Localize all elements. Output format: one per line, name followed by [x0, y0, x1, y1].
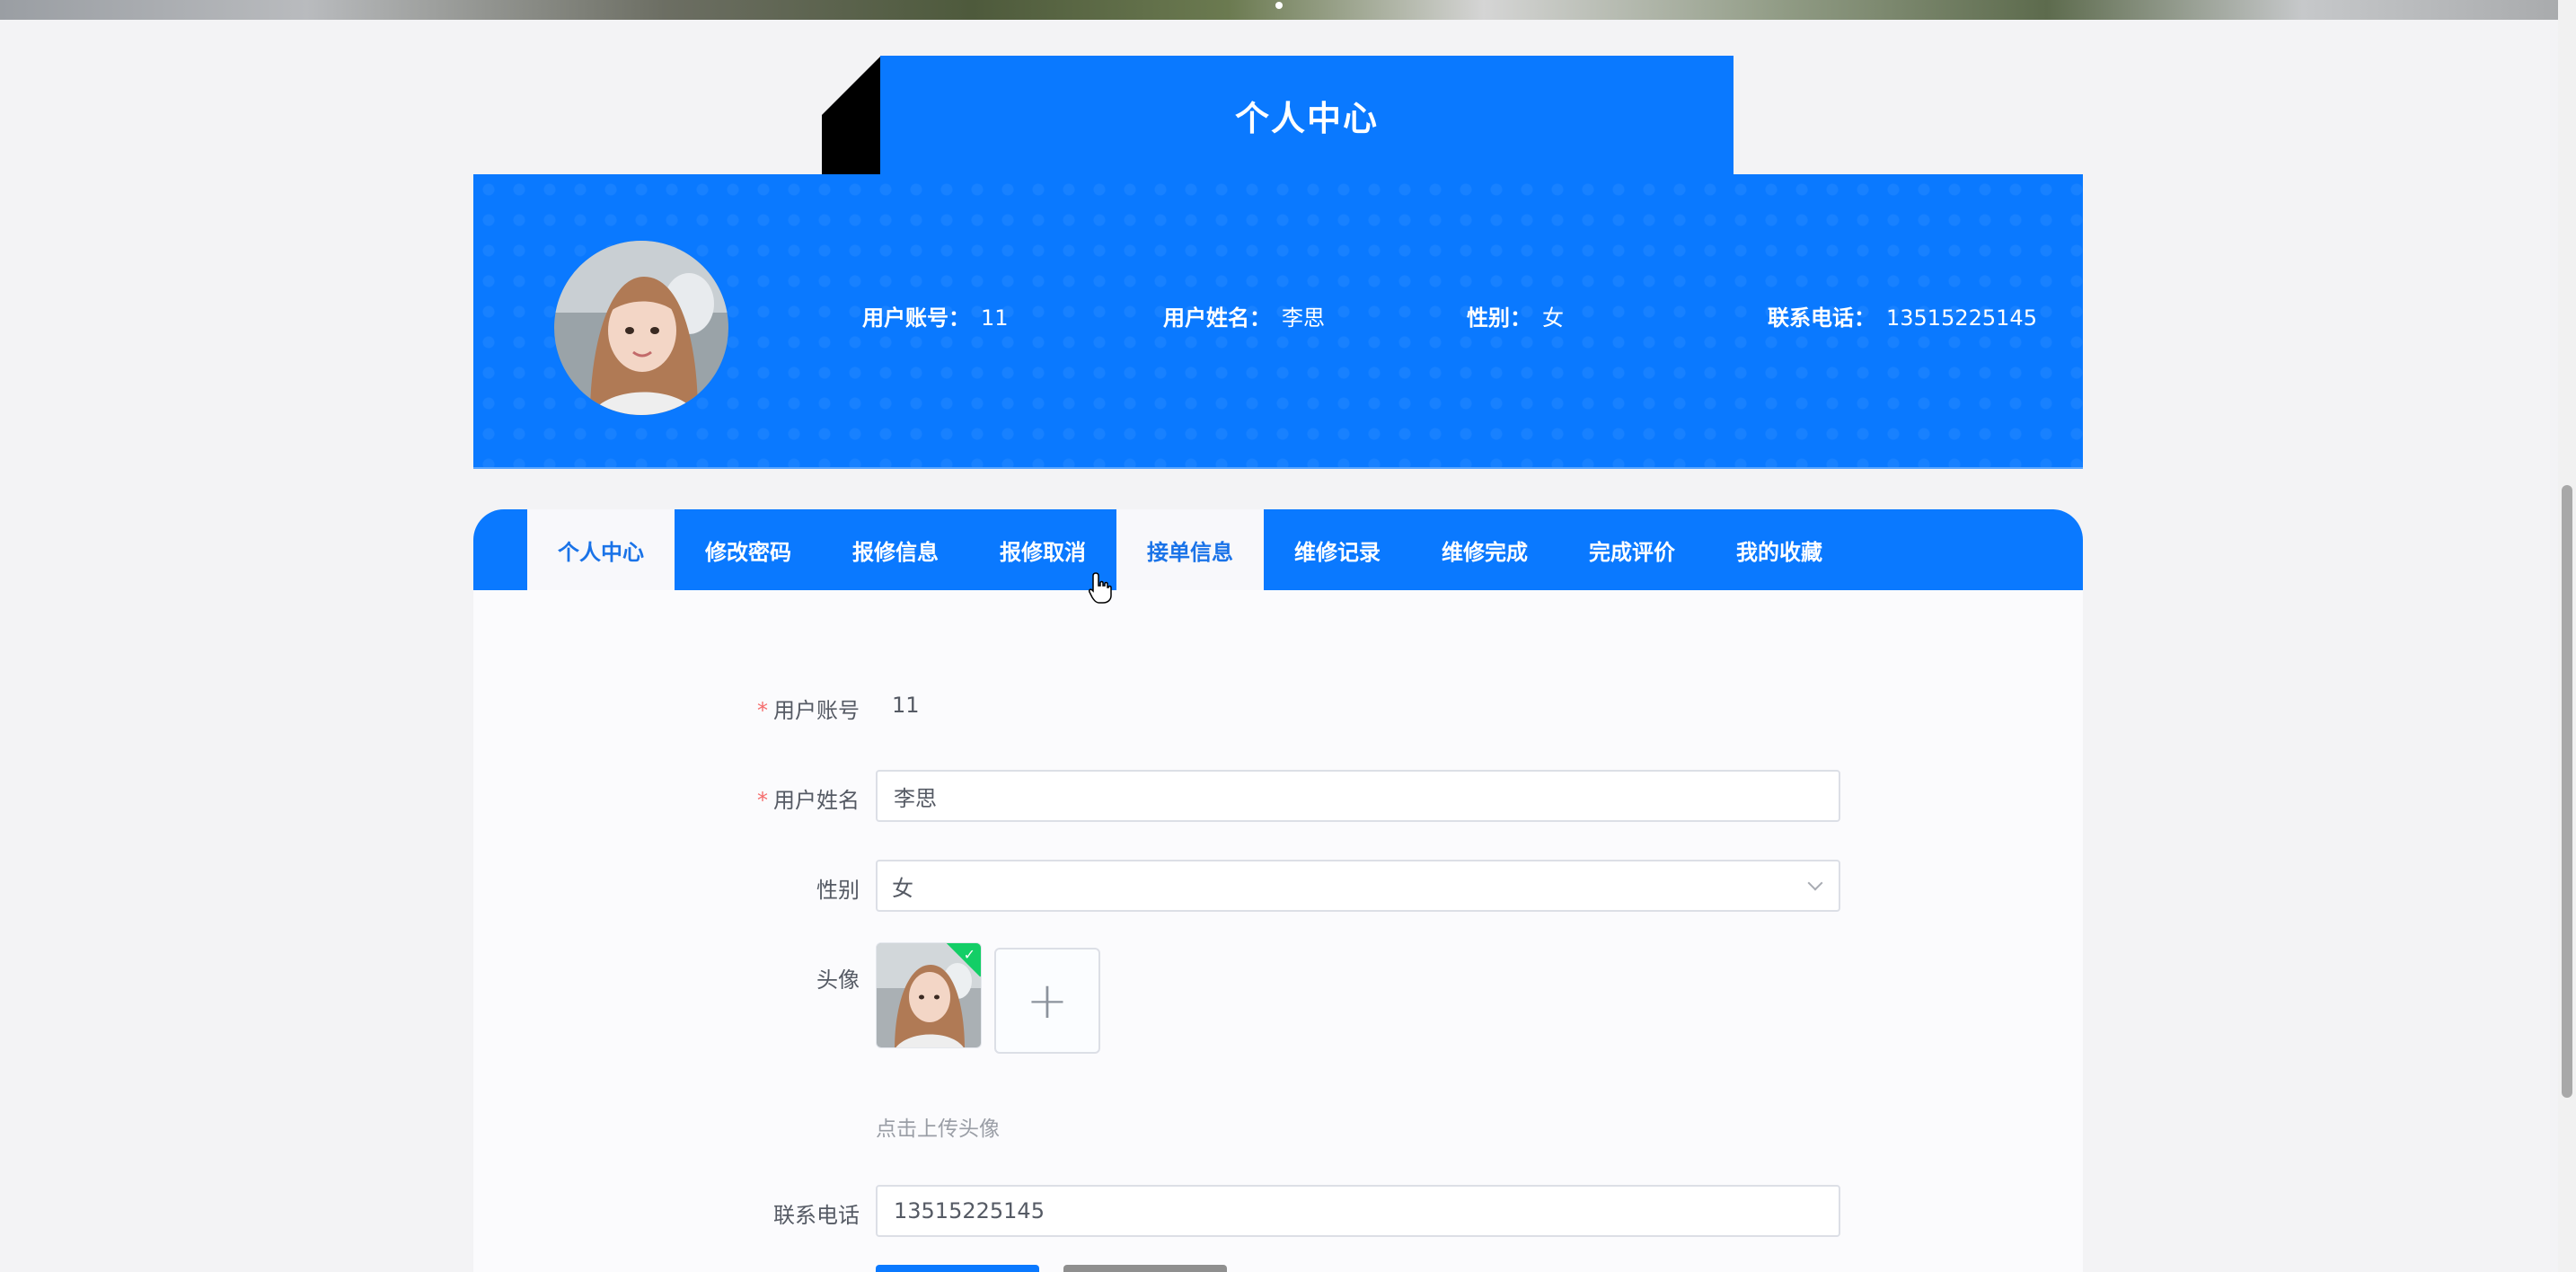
- profile-account-label: 用户账号：: [862, 305, 970, 331]
- tab-personal-center[interactable]: 个人中心: [527, 509, 675, 590]
- required-mark: *: [757, 698, 768, 723]
- tab-my-favorites[interactable]: 我的收藏: [1706, 509, 1853, 590]
- plus-icon: +: [1026, 971, 1069, 1030]
- gender-label: 性别: [816, 878, 860, 903]
- submit-button[interactable]: [876, 1265, 1039, 1272]
- page-title: 个人中心: [880, 56, 1734, 174]
- avatar-label: 头像: [816, 967, 860, 993]
- vertical-scrollbar[interactable]: [2558, 0, 2576, 1272]
- tab-repair-records[interactable]: 维修记录: [1264, 509, 1411, 590]
- profile-gender-label: 性别：: [1467, 305, 1531, 331]
- profile-form: *用户账号 11 *用户姓名 性别 女 头像: [473, 590, 2083, 1272]
- title-fold-decoration: [822, 56, 881, 174]
- tab-repair-info[interactable]: 报修信息: [822, 509, 969, 590]
- avatar-thumbnail[interactable]: ✓: [876, 942, 982, 1048]
- profile-name-value: 李思: [1282, 305, 1325, 331]
- page: 个人中心 用户账号： 11 用户姓名： 李思 性别： 女 联系电话： 135152…: [0, 0, 2576, 1272]
- name-input[interactable]: [876, 770, 1840, 822]
- required-mark: *: [757, 788, 768, 813]
- tab-complete-review[interactable]: 完成评价: [1558, 509, 1706, 590]
- profile-name: 用户姓名： 李思: [1163, 300, 1325, 331]
- gender-select-value: 女: [892, 875, 913, 901]
- phone-label: 联系电话: [773, 1203, 860, 1228]
- top-banner-image: [0, 0, 2558, 20]
- carousel-indicator-dot[interactable]: [1275, 2, 1283, 9]
- profile-account: 用户账号： 11: [862, 300, 1009, 331]
- avatar-upload-hint: 点击上传头像: [876, 1117, 1000, 1141]
- check-icon: ✓: [963, 946, 975, 963]
- account-value: 11: [892, 693, 920, 718]
- account-label-text: 用户账号: [773, 698, 860, 723]
- avatar-image: [554, 241, 728, 415]
- tabs-bar: 个人中心 修改密码 报修信息 报修取消 接单信息 维修记录 维修完成 完成评价 …: [473, 509, 2083, 590]
- gender-select[interactable]: 女: [876, 860, 1840, 912]
- profile-gender-value: 女: [1542, 305, 1564, 331]
- phone-input[interactable]: [876, 1185, 1840, 1237]
- avatar: [554, 241, 728, 415]
- name-label-text: 用户姓名: [773, 788, 860, 813]
- account-label: * 用户账号: [635, 693, 860, 724]
- profile-account-value: 11: [981, 305, 1009, 331]
- tab-change-password[interactable]: 修改密码: [675, 509, 822, 590]
- tab-order-info[interactable]: 接单信息: [1116, 509, 1264, 590]
- scrollbar-thumb[interactable]: [2562, 485, 2572, 1098]
- profile-name-label: 用户姓名：: [1163, 305, 1271, 331]
- hand-cursor-icon: [1089, 572, 1112, 604]
- profile-phone-value: 13515225145: [1886, 305, 2037, 331]
- chevron-down-icon: [1807, 875, 1823, 891]
- profile-info-panel: 用户账号： 11 用户姓名： 李思 性别： 女 联系电话： 13515225145: [473, 174, 2083, 469]
- avatar-upload-button[interactable]: +: [994, 948, 1100, 1054]
- name-label: * 用户姓名: [635, 782, 860, 814]
- profile-gender: 性别： 女: [1467, 300, 1564, 331]
- profile-phone: 联系电话： 13515225145: [1768, 300, 2037, 331]
- logout-button[interactable]: [1063, 1265, 1227, 1272]
- profile-phone-label: 联系电话：: [1768, 305, 1875, 331]
- tab-repair-complete[interactable]: 维修完成: [1411, 509, 1558, 590]
